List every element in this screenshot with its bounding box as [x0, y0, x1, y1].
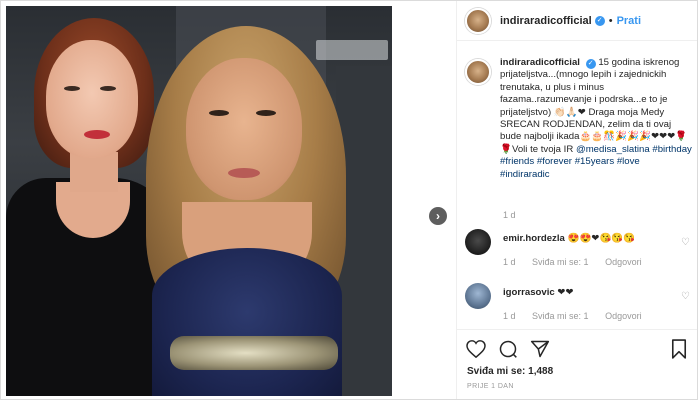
verified-badge-icon: ✓ [585, 59, 596, 69]
left-person-lips [84, 130, 110, 139]
comment-icon[interactable] [497, 338, 519, 360]
follow-button[interactable]: Prati [617, 15, 641, 27]
comment-username-link[interactable]: emir.hordezla [503, 233, 565, 244]
post-photo[interactable] [6, 6, 392, 396]
comment-body: ❤❤ [557, 287, 574, 298]
right-person-eye [256, 110, 276, 116]
comment-text: igorrasovic ❤❤ [503, 287, 673, 298]
avatar[interactable] [465, 59, 491, 85]
avatar[interactable] [465, 283, 491, 309]
username-link[interactable]: indiraradicofficial [500, 15, 592, 27]
post-side-panel: indiraradicofficial ✓ • Prati indiraradi… [456, 1, 697, 399]
comment-username-link[interactable]: igorrasovic [503, 287, 555, 298]
heart-icon[interactable] [465, 338, 487, 360]
hashtag-link[interactable]: #friends [500, 156, 534, 167]
share-icon[interactable] [529, 338, 551, 360]
comment-body: 😍😍❤😘😘😘 [567, 233, 636, 244]
right-person-belt [170, 336, 338, 370]
hashtag-link[interactable]: #birthday [652, 144, 691, 155]
comment-likes-link[interactable]: Sviđa mi se: 1 [532, 311, 589, 321]
hashtag-link[interactable]: #indiraradic [500, 169, 550, 180]
comment-time: 1 d [503, 311, 516, 321]
reply-link[interactable]: Odgovori [605, 257, 642, 267]
likes-count[interactable]: Sviđa mi se: 1,488 [467, 366, 553, 377]
chevron-right-icon[interactable]: › [429, 207, 447, 225]
heart-icon[interactable]: ♡ [681, 291, 690, 302]
background-sign [316, 40, 388, 60]
comment-meta: 1 d Sviđa mi se: 1 Odgovori [503, 257, 656, 267]
caption-timestamp: 1 d [503, 210, 516, 220]
separator-dot: • [608, 14, 613, 27]
caption-text: indiraradicofficial ✓ 15 godina iskrenog… [500, 57, 692, 181]
left-person-eye [100, 86, 116, 91]
post-header: indiraradicofficial ✓ • Prati [457, 1, 697, 41]
avatar[interactable] [465, 229, 491, 255]
right-person-eye [209, 110, 229, 116]
hashtag-link[interactable]: #forever [537, 156, 572, 167]
posted-time: PRIJE 1 DAN [467, 383, 514, 390]
comment-meta: 1 d Sviđa mi se: 1 Odgovori [503, 311, 656, 321]
left-person-face [46, 40, 138, 158]
post-actions: Sviđa mi se: 1,488 PRIJE 1 DAN [457, 329, 697, 399]
reply-link[interactable]: Odgovori [605, 311, 642, 321]
left-person-eye [64, 86, 80, 91]
action-icons [465, 338, 551, 360]
right-person-dress [152, 248, 342, 396]
comment-text: emir.hordezla 😍😍❤😘😘😘 [503, 233, 673, 244]
caption-body: 15 godina iskrenog prijateljstva...(mnog… [500, 57, 688, 155]
hashtag-link[interactable]: #15years [575, 156, 614, 167]
hashtag-link[interactable]: #love [617, 156, 640, 167]
comment-likes-link[interactable]: Sviđa mi se: 1 [532, 257, 589, 267]
right-person-lips [228, 168, 260, 178]
post-caption: indiraradicofficial ✓ 15 godina iskrenog… [465, 57, 695, 181]
mention-link[interactable]: @medisa_slatina [576, 144, 650, 155]
caption-username-link[interactable]: indiraradicofficial [500, 57, 580, 68]
left-person-neck [70, 152, 118, 192]
heart-icon[interactable]: ♡ [681, 237, 690, 248]
comment-time: 1 d [503, 257, 516, 267]
instagram-post: › indiraradicofficial ✓ • Prati indirara… [0, 0, 698, 400]
avatar[interactable] [465, 7, 491, 34]
verified-badge-icon: ✓ [594, 15, 605, 26]
bookmark-icon[interactable] [668, 338, 690, 360]
right-person-face [186, 58, 302, 200]
